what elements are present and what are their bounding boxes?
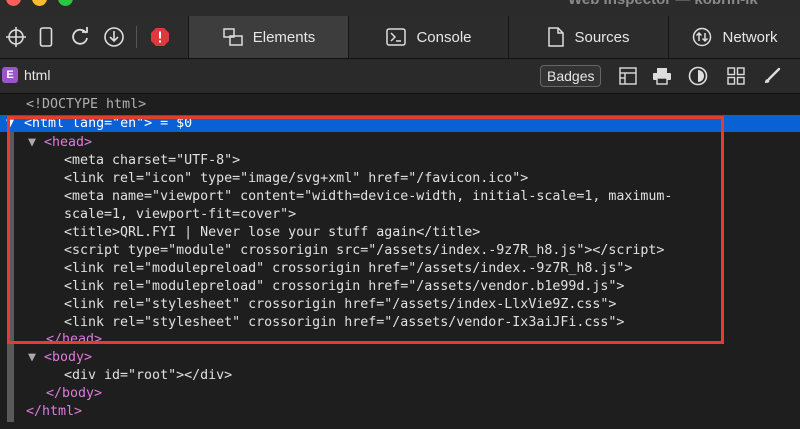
tab-label: Elements — [252, 28, 316, 46]
crosshair-icon[interactable] — [4, 25, 28, 49]
device-icon[interactable] — [34, 25, 58, 49]
tab-label: Sources — [574, 28, 630, 46]
grid-icon[interactable] — [726, 66, 746, 86]
badges-button[interactable]: Badges — [540, 65, 602, 87]
tab-elements[interactable]: Elements — [188, 16, 349, 58]
toolbar-divider — [136, 26, 137, 48]
download-icon[interactable] — [102, 25, 126, 49]
inspector-toolbar: Elements Console Sources Network — [0, 16, 800, 59]
elements-icon — [222, 28, 243, 46]
body-close-node[interactable]: </body> — [46, 385, 102, 402]
layout-icon[interactable] — [618, 66, 638, 86]
div-root-node[interactable]: <div id="root"></div> — [64, 367, 232, 384]
doctype-node[interactable]: <!DOCTYPE html> — [26, 96, 146, 113]
error-icon[interactable] — [148, 25, 172, 49]
html-close-node[interactable]: </html> — [26, 403, 82, 420]
tab-console[interactable]: Console — [348, 16, 509, 58]
breadcrumb-html[interactable]: html — [24, 67, 50, 83]
zoom-window-button[interactable] — [58, 0, 73, 6]
annotation-highlight-box — [7, 116, 724, 344]
appearance-icon[interactable] — [688, 66, 708, 86]
tab-label: Console — [416, 28, 472, 46]
path-bar: E html Badges — [0, 59, 800, 94]
tab-label: Network — [722, 28, 778, 46]
body-node[interactable]: ▼ <body> — [28, 349, 92, 366]
network-icon — [692, 27, 712, 47]
print-icon[interactable] — [652, 66, 672, 86]
tab-network[interactable]: Network — [668, 16, 800, 58]
window-title: Web Inspector — kobrin-lk — [568, 0, 758, 8]
title-bar: Web Inspector — kobrin-lk — [0, 0, 800, 16]
body-gutter — [7, 349, 14, 422]
brush-icon[interactable] — [762, 66, 782, 86]
document-icon — [548, 27, 565, 47]
minimize-window-button[interactable] — [32, 0, 47, 6]
disclosure-open-icon[interactable]: ▼ — [28, 349, 44, 366]
element-badge: E — [2, 67, 18, 83]
tab-sources[interactable]: Sources — [508, 16, 669, 58]
console-icon — [386, 28, 407, 46]
reload-icon[interactable] — [68, 25, 92, 49]
close-window-button[interactable] — [6, 0, 21, 6]
